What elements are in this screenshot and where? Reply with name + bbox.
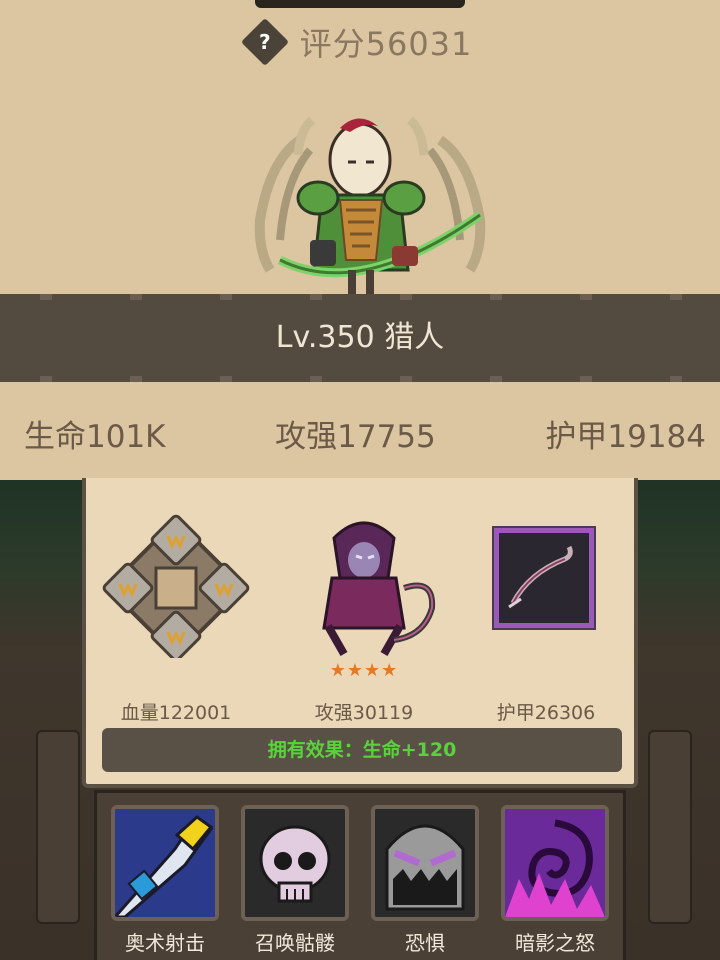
bow-icon bbox=[508, 545, 573, 609]
help-glyph: ? bbox=[258, 29, 271, 54]
rune-cross-icon bbox=[102, 514, 250, 658]
skills-strip: 奥术射击 召唤骷髅 恐惧 暗影之怒 bbox=[94, 790, 626, 960]
owned-effect-bar: 拥有效果：生命+120 bbox=[102, 728, 622, 772]
skill-arcane-shot[interactable]: 奥术射击 bbox=[105, 803, 225, 955]
skill-shadow-wrath-label: 暗影之怒 bbox=[515, 931, 595, 955]
score-label: 评分56031 bbox=[299, 25, 473, 63]
shadow-wrath-icon bbox=[501, 805, 609, 921]
background-slot-left bbox=[36, 730, 80, 924]
stat-hp: 生命101K bbox=[24, 418, 166, 455]
fear-icon bbox=[371, 805, 479, 921]
skill-arcane-shot-label: 奥术射击 bbox=[125, 931, 205, 955]
help-icon[interactable]: ? bbox=[240, 17, 289, 67]
level-band: Lv.350 猎人 bbox=[0, 294, 720, 382]
equipment-card: 血量122001 ★★★★ 攻强30119 护甲26306 拥有效果：生命+12… bbox=[82, 478, 638, 788]
background-slot-right bbox=[648, 730, 692, 924]
stat-attack: 攻强17755 bbox=[275, 418, 436, 455]
skill-summon-skeleton[interactable]: 召唤骷髅 bbox=[235, 803, 355, 955]
top-tab-handle bbox=[255, 0, 465, 8]
arcane-shot-icon bbox=[111, 805, 219, 921]
skill-shadow-wrath[interactable]: 暗影之怒 bbox=[495, 803, 615, 955]
equipment-bow-label: 护甲26306 bbox=[496, 702, 596, 724]
hunter-hero-sprite bbox=[254, 116, 486, 300]
equipment-pet-label: 攻强30119 bbox=[314, 702, 414, 724]
dark-ranger-pet-icon bbox=[322, 521, 436, 656]
hero-info-panel: ? 评分56031 Lv.350 猎人 生命101K 攻强17755 护甲191… bbox=[0, 0, 720, 480]
skill-fear[interactable]: 恐惧 bbox=[365, 803, 485, 955]
hero-level-title: Lv.350 猎人 bbox=[275, 320, 445, 355]
equipment-item-pet[interactable]: ★★★★ 攻强30119 bbox=[284, 498, 444, 724]
hero-stats-row: 生命101K 攻强17755 护甲19184 bbox=[0, 408, 720, 458]
summon-skeleton-icon bbox=[241, 805, 349, 921]
equipment-item-bow[interactable]: 护甲26306 bbox=[466, 498, 626, 724]
skill-fear-label: 恐惧 bbox=[405, 931, 445, 955]
owned-effect-text: 拥有效果：生命+120 bbox=[267, 739, 457, 761]
equipment-item-rune[interactable]: 血量122001 bbox=[96, 498, 256, 724]
bow-frame bbox=[492, 526, 596, 630]
score-row: ? 评分56031 bbox=[0, 17, 720, 67]
equipment-rune-label: 血量122001 bbox=[120, 702, 232, 724]
stat-armor: 护甲19184 bbox=[545, 418, 706, 455]
pet-stars: ★★★★ bbox=[329, 660, 399, 681]
skill-summon-skeleton-label: 召唤骷髅 bbox=[255, 931, 335, 955]
